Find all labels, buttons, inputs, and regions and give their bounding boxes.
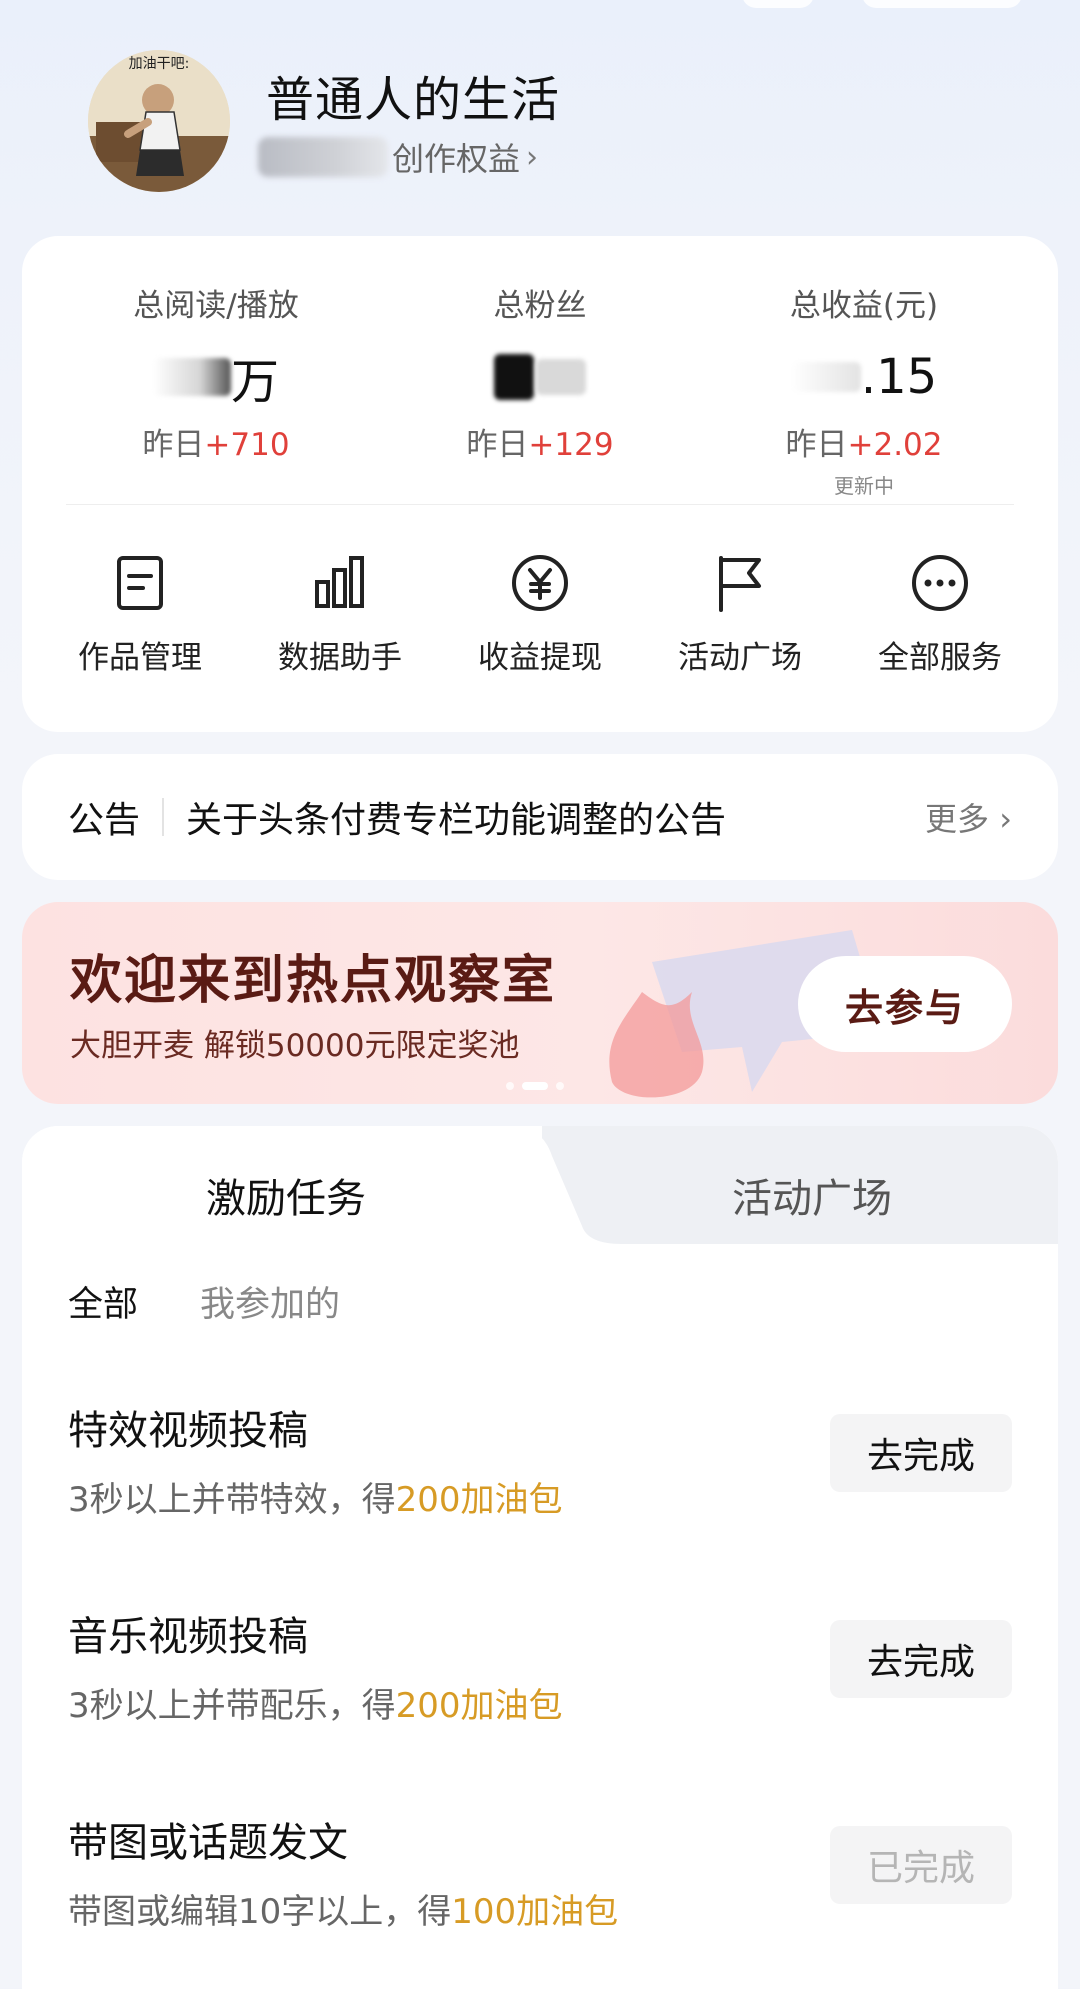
- notice-bar[interactable]: 公告 关于头条付费专栏功能调整的公告 更多 ›: [22, 754, 1058, 880]
- service-label: 作品管理: [78, 640, 202, 676]
- task-item: 音乐视频投稿 3秒以上并带配乐，得200加油包 去完成: [68, 1604, 1012, 1744]
- task-section: 激励任务 活动广场 全部 我参加的 特效视频投稿 3秒以上并带特效，得200加油…: [22, 1126, 1058, 1989]
- promo-banner[interactable]: 欢迎来到热点观察室 大胆开麦 解锁50000元限定奖池 去参与: [22, 902, 1058, 1104]
- filter-joined[interactable]: 我参加的: [200, 1276, 340, 1327]
- service-label: 收益提现: [478, 640, 602, 676]
- stat-value-suffix: 万: [230, 354, 279, 410]
- tab-activity-plaza[interactable]: 活动广场: [732, 1166, 892, 1224]
- service-all[interactable]: 全部服务: [840, 552, 1040, 677]
- service-label: 数据助手: [278, 640, 402, 676]
- delta-prefix: 昨日: [142, 427, 205, 463]
- delta-prefix: 昨日: [466, 427, 529, 463]
- task-reward: 100加油包: [451, 1892, 619, 1932]
- document-icon: [117, 556, 163, 610]
- stat-delta: 昨日+710: [66, 419, 366, 464]
- task-item: 特效视频投稿 3秒以上并带特效，得200加油包 去完成: [68, 1398, 1012, 1538]
- carousel-dot-active: [522, 1082, 548, 1090]
- redacted-value: [152, 358, 231, 396]
- task-reward: 200加油包: [395, 1480, 563, 1520]
- join-button[interactable]: 去参与: [798, 956, 1012, 1052]
- stat-value: .15: [714, 347, 1014, 407]
- tab-incentive-tasks[interactable]: 激励任务: [206, 1166, 366, 1224]
- chevron-right-icon: ›: [999, 800, 1012, 838]
- complete-task-button[interactable]: 去完成: [830, 1414, 1012, 1492]
- service-label: 活动广场: [678, 640, 802, 676]
- stat-label: 总阅读/播放: [133, 288, 299, 324]
- service-data-assistant[interactable]: 数据助手: [240, 552, 440, 677]
- task-desc-text: 3秒以上并带配乐，得: [68, 1686, 396, 1726]
- service-activity-plaza[interactable]: 活动广场: [640, 552, 840, 677]
- top-pill-left: [742, 0, 814, 8]
- more-icon: [912, 555, 968, 611]
- service-works-management[interactable]: 作品管理: [40, 552, 240, 677]
- stats-card: 总阅读/播放 万 昨日+710 总粉丝 昨日+129 总收益(元) .15 昨日…: [22, 236, 1058, 732]
- flag-icon: [719, 556, 761, 612]
- task-desc-text: 3秒以上并带特效，得: [68, 1480, 396, 1520]
- notice-text[interactable]: 关于头条付费专栏功能调整的公告: [186, 791, 925, 843]
- svg-text:加油干吧:: 加油干吧:: [129, 56, 190, 72]
- chevron-right-icon: ›: [526, 139, 539, 175]
- creator-rights-link[interactable]: 创作权益 ›: [258, 134, 538, 180]
- updating-note: 更新中: [834, 474, 894, 498]
- stat-delta: 昨日+129: [390, 419, 690, 464]
- stat-label: 总粉丝: [493, 288, 587, 324]
- stat-total-reads[interactable]: 总阅读/播放 万 昨日+710: [66, 280, 366, 464]
- task-item: 带图或话题发文 带图或编辑10字以上，得100加油包 已完成: [68, 1810, 1012, 1950]
- stat-value-suffix: .15: [860, 349, 938, 405]
- stat-value: [390, 347, 690, 407]
- redacted-value: [494, 354, 534, 400]
- stat-value: 万: [66, 347, 366, 410]
- stat-total-earnings[interactable]: 总收益(元) .15 昨日+2.02 更新中: [714, 280, 1014, 499]
- delta-value: +129: [528, 427, 614, 463]
- notice-more-link[interactable]: 更多 ›: [925, 794, 1012, 840]
- stat-total-fans[interactable]: 总粉丝 昨日+129: [390, 280, 690, 464]
- delta-value: +2.02: [847, 427, 943, 463]
- task-desc-text: 带图或编辑10字以上，得: [68, 1892, 452, 1932]
- notice-separator: [162, 798, 165, 836]
- stat-label: 总收益(元): [789, 288, 939, 324]
- stat-delta: 昨日+2.02: [714, 419, 1014, 464]
- filter-all[interactable]: 全部: [68, 1276, 138, 1327]
- redacted-region: [258, 137, 388, 177]
- carousel-dot: [556, 1082, 564, 1090]
- service-label: 全部服务: [878, 640, 1002, 676]
- top-pill-right: [862, 0, 1022, 8]
- carousel-dot: [506, 1082, 514, 1090]
- service-withdraw[interactable]: 收益提现: [440, 552, 640, 677]
- bar-chart-icon: [315, 556, 364, 608]
- redacted-value: [790, 362, 861, 392]
- carousel-indicator: [506, 1082, 564, 1090]
- banner-subtitle: 大胆开麦 解锁50000元限定奖池: [70, 1028, 520, 1064]
- redacted-value: [536, 359, 586, 395]
- yen-icon: [512, 555, 568, 611]
- notice-title: 公告: [68, 800, 141, 841]
- avatar-illustration: 加油干吧:: [88, 50, 230, 192]
- task-completed-button: 已完成: [830, 1826, 1012, 1904]
- notice-more-label: 更多: [925, 800, 990, 838]
- delta-prefix: 昨日: [785, 427, 848, 463]
- task-reward: 200加油包: [395, 1686, 563, 1726]
- delta-value: +710: [204, 427, 290, 463]
- complete-task-button[interactable]: 去完成: [830, 1620, 1012, 1698]
- creator-rights-label: 创作权益: [392, 140, 521, 178]
- username: 普通人的生活: [266, 72, 561, 128]
- banner-title: 欢迎来到热点观察室: [70, 951, 557, 1011]
- avatar[interactable]: 加油干吧:: [88, 50, 230, 192]
- divider: [66, 504, 1014, 505]
